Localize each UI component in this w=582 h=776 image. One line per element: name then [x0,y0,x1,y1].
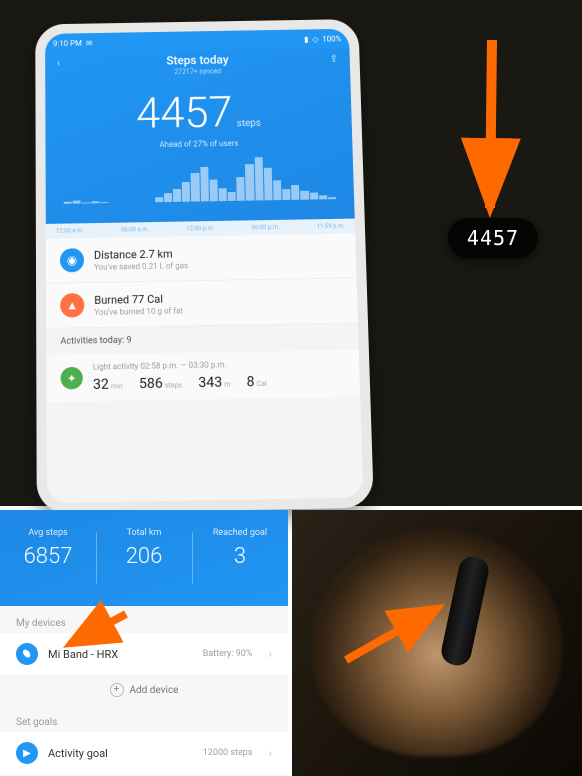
play-icon: ▶ [16,742,38,764]
walk-icon: ✦ [61,367,83,390]
hourly-bar [73,200,81,203]
arrow-to-my-devices [64,612,134,656]
hourly-bar [91,201,99,203]
back-arrow-icon[interactable]: ‹ [57,59,60,70]
wifi-icon: ◇ [312,35,318,44]
hourly-bar [182,182,190,202]
stat-avg-steps[interactable]: Avg steps 6857 [0,510,96,606]
hourly-bar [301,191,309,200]
arrow-to-touch-point [342,600,452,674]
hourly-bar [209,179,218,201]
distance-subtitle: You've saved 0.21 L of gas [94,261,188,272]
time-label: 12:00 a.m. [56,227,84,234]
step-count: 4457 steps [57,85,340,140]
band-icon: ⬮ [12,639,43,670]
time-label: 11:59 p.m. [317,223,345,230]
time-label: 12:00 p.m. [186,225,214,232]
arrow-to-tracker [452,40,532,224]
photo-phone-and-tracker: 9:10 PM ✉ ▮ ◇ 100% ‹ ⇪ Steps today 27217… [0,0,582,506]
hourly-bar [219,188,227,201]
chevron-right-icon: › [268,647,272,661]
hourly-bar [310,193,318,200]
phone-mockup: 9:10 PM ✉ ▮ ◇ 100% ‹ ⇪ Steps today 27217… [35,19,374,514]
distance-title: Distance 2.7 km [94,247,188,262]
hourly-bar [319,195,327,199]
device-battery: Battery: 90% [203,649,253,659]
hourly-bar [173,189,181,202]
plus-icon: + [110,683,124,697]
hourly-bar [228,192,236,201]
notification-icon: ✉ [86,38,93,47]
photo-hand-with-band [292,510,582,776]
activity-item[interactable]: ✦ Light activity 02:58 p.m. — 03:30 p.m.… [46,350,360,402]
step-count-value: 4457 [136,87,233,139]
activity-goal-name: Activity goal [48,747,193,760]
calories-subtitle: You've burned 10 g of fat [94,306,183,317]
status-time: 9:10 PM [53,39,82,48]
my-devices-label: My devices [0,606,288,633]
flame-icon: ▲ [60,293,84,318]
activity-goal-value: 12000 steps [203,748,253,758]
hourly-bar [245,164,254,201]
hourly-bar [291,185,300,200]
distance-row[interactable]: ◉ Distance 2.7 km You've saved 0.21 L of… [46,233,357,283]
stat-total-km[interactable]: Total km 206 [96,510,192,606]
hourly-bar [282,189,290,200]
mi-band-tracker-device: 4457 [448,218,538,258]
hourly-bar [200,167,209,202]
app-profile-panel: Avg steps 6857 Total km 206 Reached goal… [0,510,288,776]
hourly-bar [191,173,200,201]
battery-icon: 100% [322,34,341,43]
hourly-bar [164,193,172,202]
activity-goal-row[interactable]: ▶ Activity goal 12000 steps › [0,732,288,774]
device-row-mi-band[interactable]: ⬮ Mi Band - HRX Battery: 90% › [0,633,288,675]
hourly-bar [328,197,336,199]
signal-icon: ▮ [304,35,309,44]
hourly-steps-chart [57,156,342,204]
chevron-right-icon: › [268,746,272,760]
calories-title: Burned 77 Cal [94,292,183,307]
hourly-bar [237,177,246,201]
set-goals-label: Set goals [0,705,288,732]
calories-row[interactable]: ▲ Burned 77 Cal You've burned 10 g of fa… [46,278,358,329]
location-pin-icon: ◉ [60,248,84,272]
tracker-display-value: 4457 [467,226,519,250]
stat-reached-goal[interactable]: Reached goal 3 [192,510,288,606]
hourly-bar [273,181,282,201]
hourly-bar [155,197,163,203]
add-device-button[interactable]: + Add device [0,675,288,705]
hourly-bar [64,202,72,204]
summary-stats: Avg steps 6857 Total km 206 Reached goal… [0,510,288,606]
hourly-bar [254,157,263,200]
activity-stats: 32min 586steps 343m 8Cal [93,369,346,393]
hourly-bar [264,168,273,201]
steps-hero: ‹ ⇪ Steps today 27217+ synced 4457steps … [45,48,355,224]
share-icon[interactable]: ⇪ [330,54,339,65]
time-label: 06:00 a.m. [121,226,149,233]
time-label: 06:00 p.m. [251,224,279,231]
step-count-unit: steps [237,118,261,129]
hourly-bar [100,202,108,203]
hourly-bar [82,202,90,203]
